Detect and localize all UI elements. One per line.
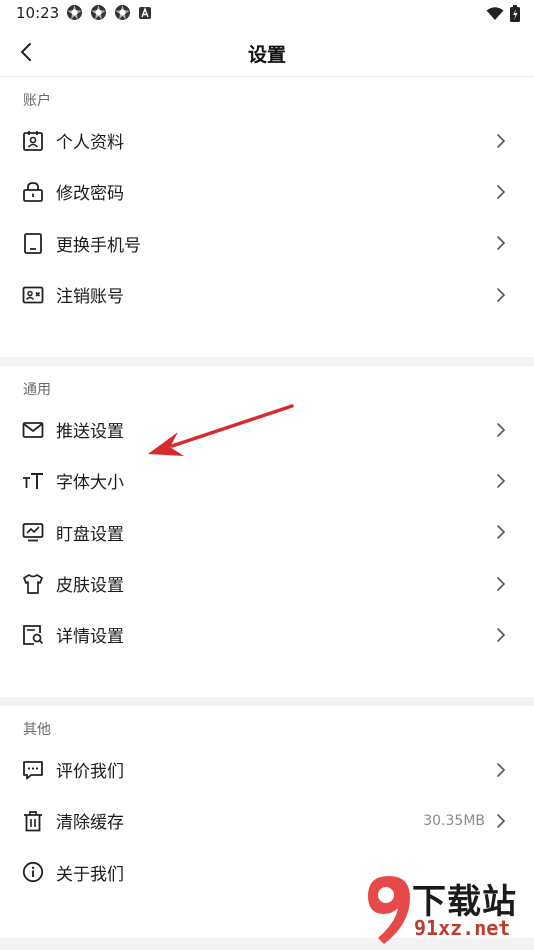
chevron-right-icon [497, 762, 506, 777]
shirt-icon [21, 572, 45, 596]
chevron-right-icon [497, 628, 506, 642]
chevron-right-icon [497, 287, 506, 302]
row-label: 皮肤设置 [56, 576, 124, 597]
chevron-right-icon [497, 133, 506, 148]
watermark-badge-icon [368, 876, 410, 944]
section-other: 其他 评价我们 清除缓存 30.35MB 关于我们 [0, 707, 534, 898]
row-label: 清除缓存 [56, 813, 124, 834]
settings-row-detail[interactable]: 详情设置 [0, 609, 534, 660]
chevron-right-icon [497, 236, 506, 251]
app-notification-icon [115, 5, 130, 20]
row-label: 注销账号 [56, 287, 124, 308]
row-label: 修改密码 [56, 184, 124, 205]
detail-search-icon [21, 623, 45, 647]
section-header: 账户 [23, 93, 51, 109]
battery-charging-icon [510, 5, 520, 22]
monitor-chart-icon [21, 520, 45, 544]
section-account: 账户 个人资料 修改密码 更换手机号 注销账号 [0, 78, 534, 320]
row-label: 关于我们 [56, 864, 124, 885]
status-bar: 10:23 [0, 0, 534, 28]
mail-icon [21, 418, 45, 442]
watermark-logo: 下载站 91xz.net [364, 872, 534, 950]
page-title: 设置 [247, 44, 286, 66]
row-label: 详情设置 [56, 627, 124, 648]
info-icon [21, 860, 45, 884]
chevron-right-icon [497, 474, 506, 488]
row-label: 更换手机号 [56, 235, 141, 256]
settings-row-skin[interactable]: 皮肤设置 [0, 558, 534, 609]
chevron-right-icon [497, 525, 506, 540]
section-divider [0, 697, 534, 706]
section-general: 通用 推送设置 字体大小 盯盘设置 皮肤设置 详情设置 [0, 367, 534, 660]
chevron-right-icon [497, 422, 506, 437]
settings-row-watch[interactable]: 盯盘设置 [0, 507, 534, 558]
row-label: 字体大小 [56, 473, 124, 494]
app-notification-icon [67, 5, 82, 20]
top-nav-bar: 设置 [0, 28, 534, 77]
settings-row-font-size[interactable]: 字体大小 [0, 455, 534, 506]
id-card-x-icon [21, 283, 45, 307]
chevron-right-icon [497, 814, 506, 828]
row-label: 评价我们 [56, 762, 124, 783]
row-label: 盯盘设置 [56, 524, 124, 545]
settings-row-push[interactable]: 推送设置 [0, 404, 534, 455]
settings-row-password[interactable]: 修改密码 [0, 166, 534, 217]
section-header: 通用 [23, 382, 51, 398]
settings-row-change-phone[interactable]: 更换手机号 [0, 218, 534, 269]
settings-row-clear-cache[interactable]: 清除缓存 30.35MB [0, 795, 534, 846]
phone-icon [21, 231, 45, 255]
settings-row-rate-us[interactable]: 评价我们 [0, 744, 534, 795]
a-notification-icon [139, 6, 151, 19]
section-header: 其他 [23, 722, 51, 738]
lock-icon [21, 180, 45, 204]
trash-icon [21, 809, 45, 833]
cache-size-value: 30.35MB [423, 812, 485, 829]
section-divider [0, 357, 534, 366]
notification-icons [66, 4, 152, 21]
font-size-icon [21, 469, 45, 493]
row-label: 个人资料 [56, 133, 124, 154]
watermark-url: 91xz.net [414, 916, 511, 940]
settings-row-profile[interactable]: 个人资料 [0, 115, 534, 166]
row-label: 推送设置 [56, 422, 124, 443]
wifi-icon [486, 6, 504, 20]
profile-card-icon [21, 129, 45, 153]
chevron-right-icon [497, 185, 506, 199]
status-time: 10:23 [16, 4, 60, 22]
system-status-icons [486, 5, 520, 22]
comment-icon [21, 758, 45, 782]
chevron-right-icon [497, 576, 506, 591]
app-notification-icon [91, 5, 106, 20]
settings-row-delete-account[interactable]: 注销账号 [0, 269, 534, 320]
